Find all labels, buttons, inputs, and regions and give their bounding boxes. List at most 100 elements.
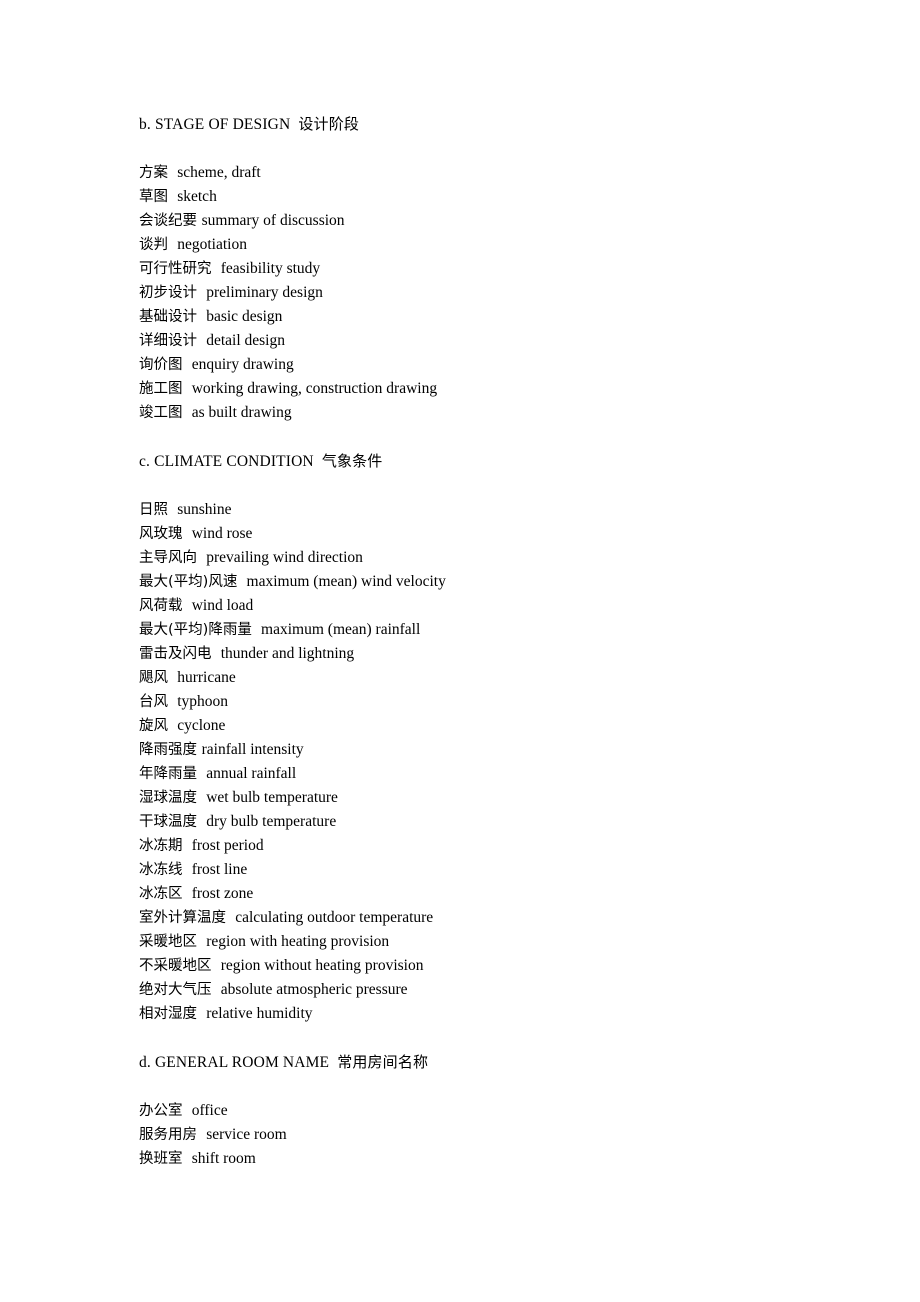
entry-term: 谈判 [139,237,168,253]
list-item: 干球温度 dry bulb temperature [139,810,759,834]
entry-gloss: basic design [206,308,283,325]
entry-term: 初步设计 [139,285,197,301]
entry-gloss: service room [206,1126,287,1143]
entry-separator [212,646,221,662]
entry-term: 采暖地区 [139,934,197,950]
entry-term: 施工图 [139,381,183,397]
entry-gloss: maximum (mean) rainfall [261,621,421,638]
entry-separator [212,261,221,277]
list-item: 初步设计 preliminary design [139,281,759,305]
entry-term: 方案 [139,165,168,181]
entry-gloss: feasibility study [220,260,321,277]
section-heading-marker: b. [139,116,151,133]
entry-separator [183,886,192,902]
list-item: 风荷载 wind load [139,594,759,618]
entry-separator [168,502,177,518]
entry-separator [212,982,221,998]
entry-term: 换班室 [139,1151,183,1167]
entry-separator [197,309,206,325]
entry-term: 干球温度 [139,814,197,830]
entry-separator [183,357,192,373]
entry-term: 湿球温度 [139,790,197,806]
entry-gloss: shift room [191,1150,256,1167]
list-item: 最大(平均)降雨量 maximum (mean) rainfall [139,618,759,642]
entry-gloss: absolute atmospheric pressure [220,981,408,998]
entry-gloss: maximum (mean) wind velocity [246,573,446,590]
entry-gloss: enquiry drawing [191,356,294,373]
entry-term: 主导风向 [139,550,197,566]
entry-term: 绝对大气压 [139,982,212,998]
list-item: 冰冻线 frost line [139,858,759,882]
list-item: 湿球温度 wet bulb temperature [139,786,759,810]
list-item: 日照 sunshine [139,498,759,522]
entry-separator [197,333,206,349]
list-item: 服务用房 service room [139,1123,759,1147]
entry-gloss: prevailing wind direction [206,549,363,566]
list-item: 竣工图 as built drawing [139,401,759,425]
list-item: 室外计算温度 calculating outdoor temperature [139,906,759,930]
list-item: 飓风 hurricane [139,666,759,690]
entry-term: 台风 [139,694,168,710]
entry-separator [197,814,206,830]
list-item: 年降雨量 annual rainfall [139,762,759,786]
entry-separator [197,934,206,950]
glossary-list: 办公室 office 服务用房 service room 换班室 shift r… [139,1099,759,1171]
entry-term: 雷击及闪电 [139,646,212,662]
entry-gloss: region without heating provision [220,957,424,974]
entry-separator [197,766,206,782]
entry-gloss: typhoon [177,693,229,710]
entry-gloss: preliminary design [206,284,323,301]
entry-separator [183,1151,192,1167]
entry-gloss: dry bulb temperature [206,813,337,830]
entry-separator [168,165,177,181]
section-heading-title-en: STAGE OF DESIGN [154,116,291,133]
entry-gloss: frost line [191,861,248,878]
section-heading: d. GENERAL ROOM NAME 常用房间名称 [139,1050,759,1075]
document-page: b. STAGE OF DESIGN 设计阶段 方案 scheme, draft… [0,0,920,1302]
entry-term: 冰冻区 [139,886,183,902]
section-heading-marker: c. [139,453,151,470]
entry-term: 询价图 [139,357,183,373]
list-item: 相对湿度 relative humidity [139,1002,759,1026]
entry-separator [226,910,235,926]
entry-term: 详细设计 [139,333,197,349]
list-item: 绝对大气压 absolute atmospheric pressure [139,978,759,1002]
glossary-list: 日照 sunshine 风玫瑰 wind rose 主导风向 prevailin… [139,498,759,1026]
section-heading-title-en: CLIMATE CONDITION [154,453,314,470]
list-item: 草图 sketch [139,185,759,209]
entry-gloss: annual rainfall [206,765,297,782]
section-heading: c. CLIMATE CONDITION 气象条件 [139,449,759,474]
glossary-list: 方案 scheme, draft 草图 sketch 会谈纪要 summary … [139,161,759,425]
entry-gloss: scheme, draft [177,164,261,181]
entry-term: 办公室 [139,1103,183,1119]
entry-term: 旋风 [139,718,168,734]
entry-term: 服务用房 [139,1127,197,1143]
entry-separator [197,790,206,806]
entry-gloss: frost period [191,837,264,854]
entry-gloss: negotiation [177,236,247,253]
entry-gloss: working drawing, construction drawing [191,380,438,397]
entry-gloss: summary of discussion [201,212,345,229]
entry-gloss: thunder and lightning [220,645,355,662]
list-item: 基础设计 basic design [139,305,759,329]
entry-term: 冰冻期 [139,838,183,854]
entry-separator [197,1006,206,1022]
section-heading-title-cn: 气象条件 [321,452,383,470]
entry-separator [183,1103,192,1119]
entry-separator [252,622,261,638]
section-heading-title-cn: 常用房间名称 [337,1053,429,1071]
entry-term: 日照 [139,502,168,518]
entry-separator [168,718,177,734]
entry-separator [183,598,192,614]
entry-term: 飓风 [139,670,168,686]
list-item: 会谈纪要 summary of discussion [139,209,759,233]
entry-separator [212,958,221,974]
list-item: 不采暖地区 region without heating provision [139,954,759,978]
list-item: 详细设计 detail design [139,329,759,353]
list-item: 旋风 cyclone [139,714,759,738]
